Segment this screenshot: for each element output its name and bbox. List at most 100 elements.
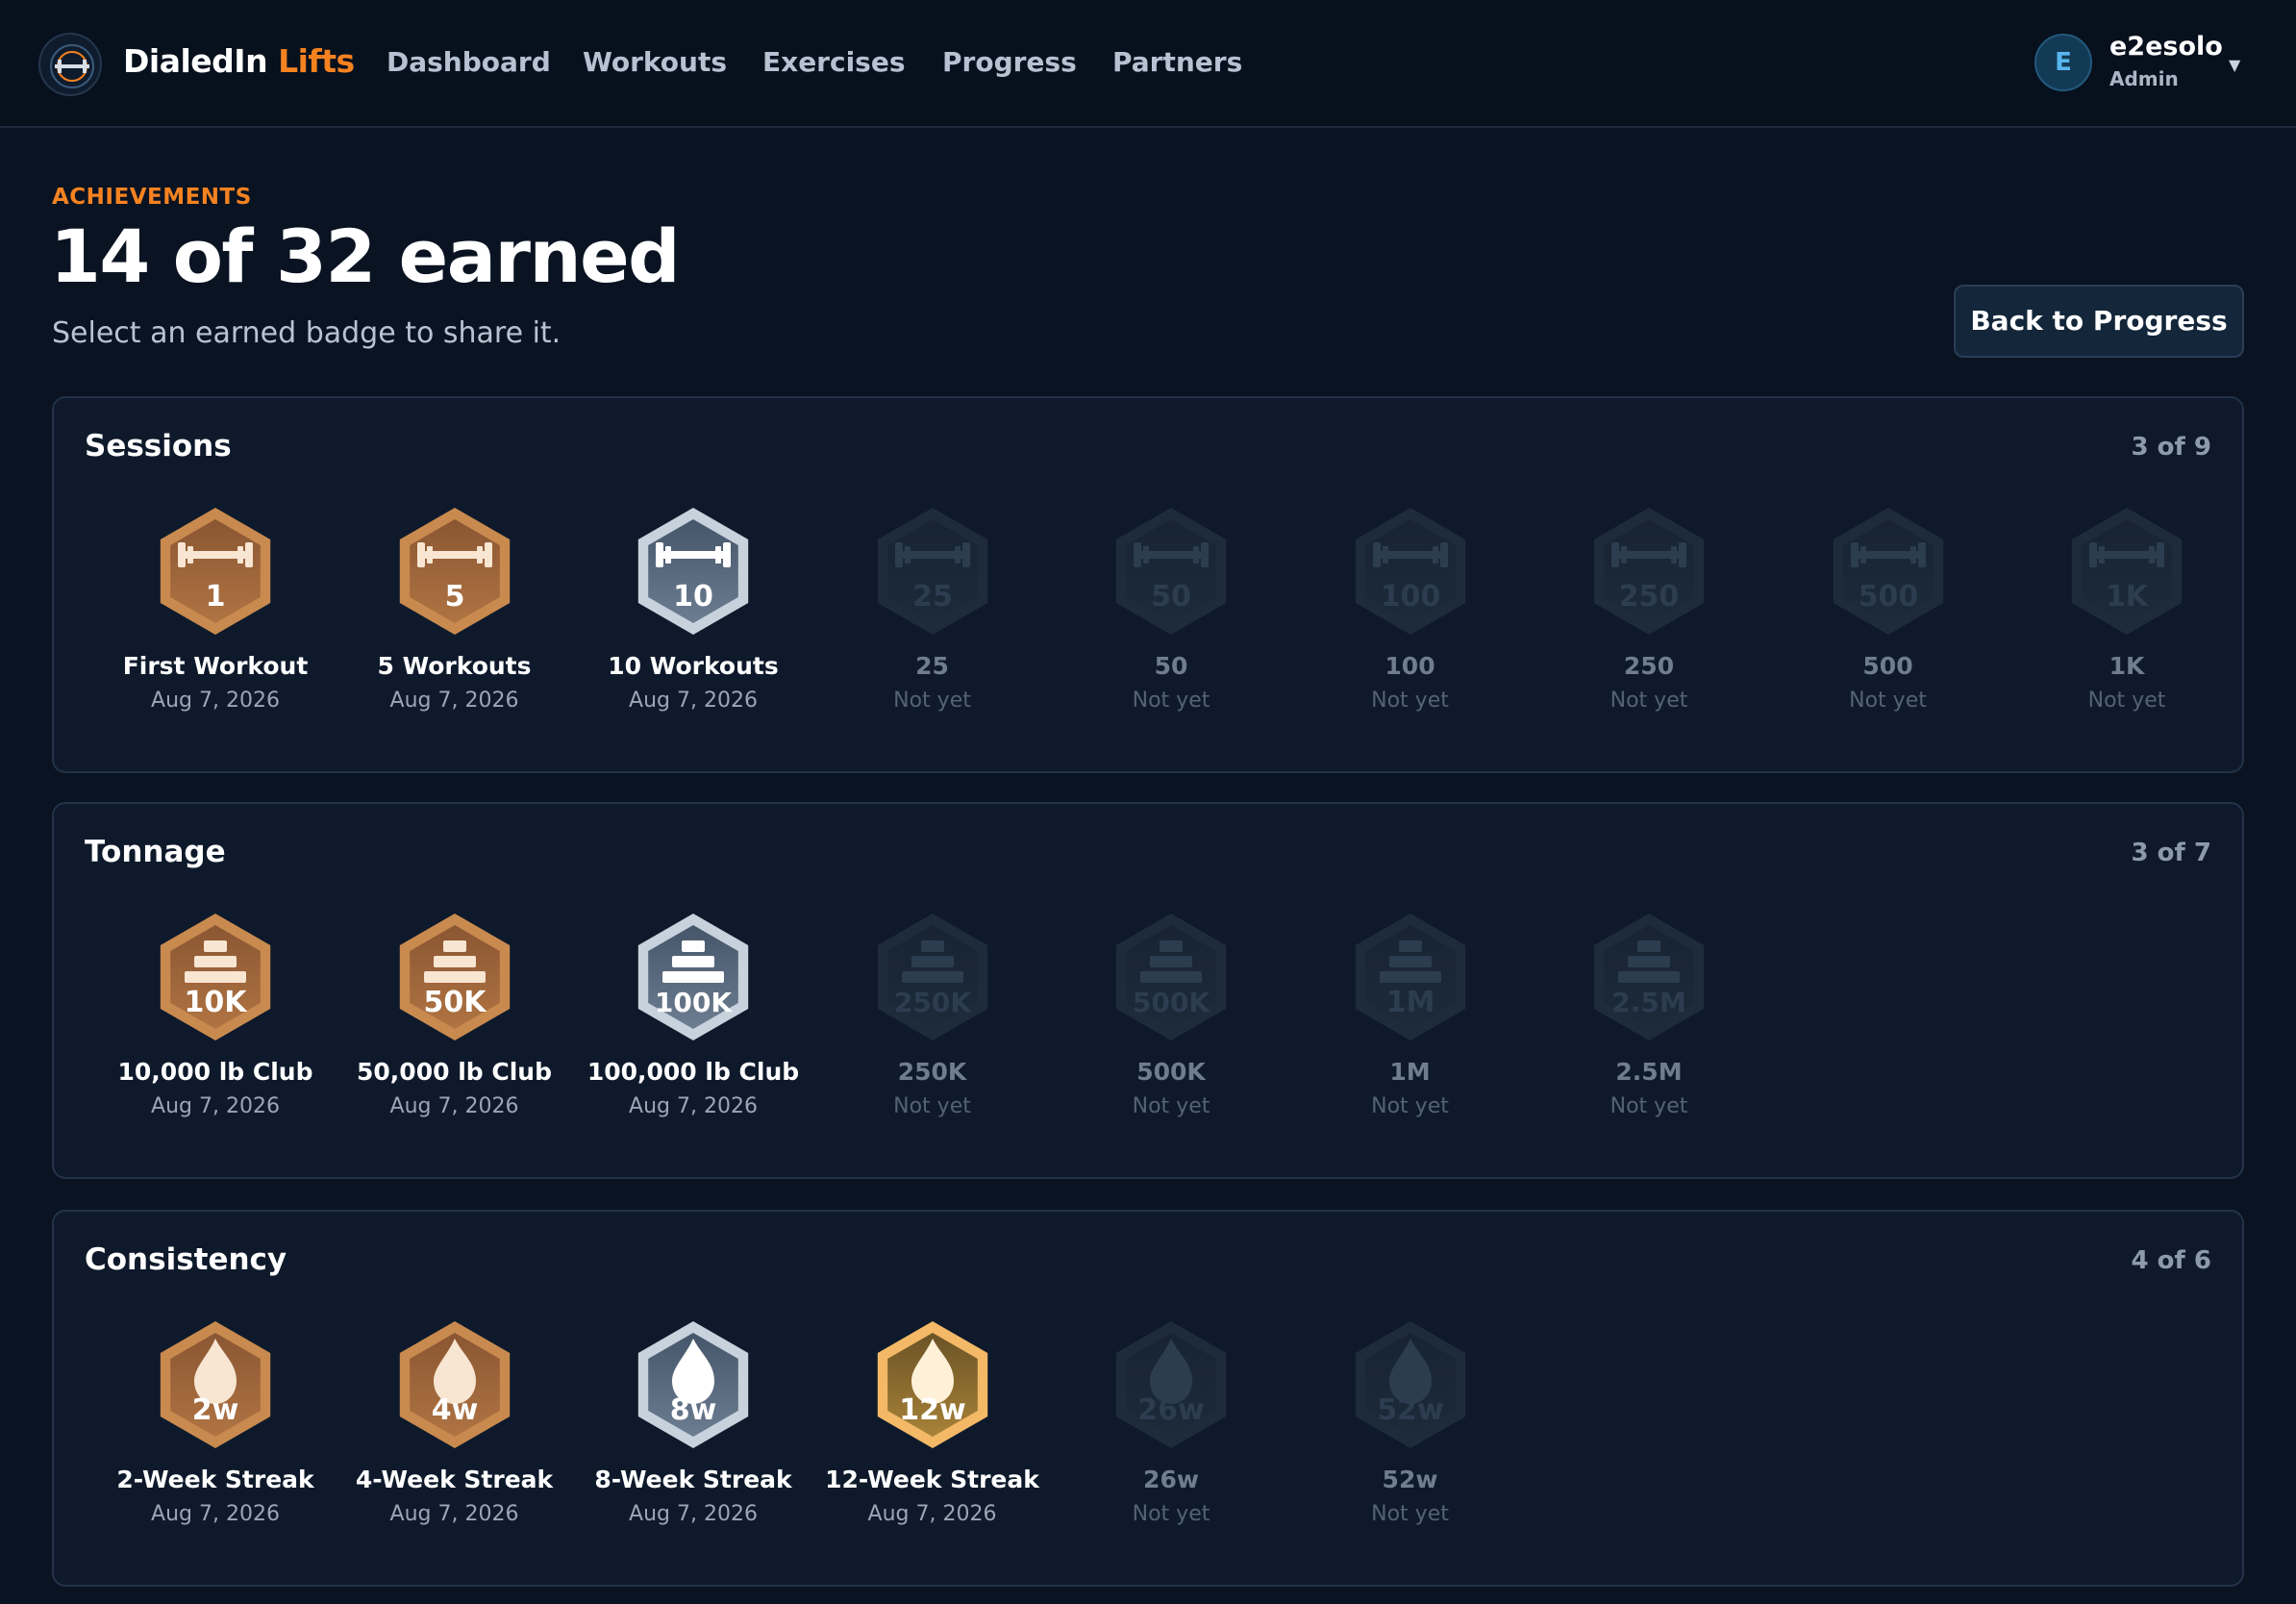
badge-locked: 500 500 Not yet bbox=[1778, 508, 1999, 739]
hexagon-badge-icon: 100 bbox=[1355, 508, 1465, 635]
chevron-down-icon[interactable]: ▼ bbox=[2229, 56, 2240, 74]
hexagon-badge-icon: 500K bbox=[1115, 914, 1227, 1040]
badge-name: 50,000 lb Club bbox=[357, 1058, 552, 1086]
section-count: 4 of 6 bbox=[2131, 1246, 2211, 1275]
badge-name: 1K bbox=[2109, 652, 2145, 680]
badge-date: Not yet bbox=[1610, 689, 1688, 713]
badge-level-label: 8w bbox=[670, 1393, 717, 1427]
badge-silver[interactable]: 100K 100,000 lb Club Aug 7, 2026 bbox=[583, 914, 804, 1144]
avatar[interactable]: E bbox=[2034, 34, 2092, 91]
hexagon-badge-icon: 1M bbox=[1355, 914, 1465, 1040]
badge-name: 250 bbox=[1623, 652, 1675, 680]
user-name[interactable]: e2esolo bbox=[2109, 32, 2223, 62]
badge-locked: 25 25 Not yet bbox=[822, 508, 1043, 739]
badge-level-label: 10K bbox=[185, 986, 249, 1019]
badge-date: Not yet bbox=[1610, 1094, 1688, 1118]
page-subtitle: Select an earned badge to share it. bbox=[52, 316, 562, 350]
badge-level-label: 2.5M bbox=[1611, 987, 1685, 1018]
badge-level-label: 2w bbox=[192, 1393, 239, 1427]
hexagon-badge-icon: 52w bbox=[1355, 1321, 1465, 1448]
badge-bronze[interactable]: 4w 4-Week Streak Aug 7, 2026 bbox=[344, 1321, 565, 1552]
badge-locked: 2.5M 2.5M Not yet bbox=[1538, 914, 1759, 1144]
badge-level-label: 50 bbox=[1151, 580, 1191, 614]
badge-bronze[interactable]: 50K 50,000 lb Club Aug 7, 2026 bbox=[344, 914, 565, 1144]
badge-level-label: 1M bbox=[1385, 986, 1435, 1019]
badge-locked: 250 250 Not yet bbox=[1538, 508, 1759, 739]
hexagon-badge-icon: 250K bbox=[877, 914, 987, 1040]
badge-level-label: 1K bbox=[2106, 580, 2150, 614]
section-count: 3 of 7 bbox=[2131, 839, 2211, 867]
hexagon-badge-icon: 50K bbox=[399, 914, 510, 1040]
badge-date: Not yet bbox=[1849, 689, 1927, 713]
brand-part-2: Lifts bbox=[278, 42, 355, 80]
badge-locked: 1M 1M Not yet bbox=[1300, 914, 1521, 1144]
badge-level-label: 1 bbox=[206, 580, 226, 614]
hexagon-badge-icon: 4w bbox=[399, 1321, 510, 1448]
badge-date: Not yet bbox=[1132, 689, 1210, 713]
badge-silver[interactable]: 10 10 Workouts Aug 7, 2026 bbox=[583, 508, 804, 739]
hexagon-badge-icon: 1K bbox=[2071, 508, 2183, 635]
hexagon-badge-icon: 2w bbox=[160, 1321, 271, 1448]
badge-name: 2-Week Streak bbox=[116, 1466, 314, 1493]
badge-locked: 26w 26w Not yet bbox=[1061, 1321, 1282, 1552]
badge-name: 500K bbox=[1136, 1058, 1206, 1086]
nav-exercises[interactable]: Exercises bbox=[762, 46, 906, 78]
hexagon-badge-icon: 250 bbox=[1593, 508, 1705, 635]
badge-name: 12-Week Streak bbox=[825, 1466, 1039, 1493]
badge-locked: 250K 250K Not yet bbox=[822, 914, 1043, 1144]
badge-date: Aug 7, 2026 bbox=[867, 1502, 997, 1526]
badge-bronze[interactable]: 1 First Workout Aug 7, 2026 bbox=[105, 508, 326, 739]
badge-level-label: 250 bbox=[1619, 580, 1680, 614]
badge-date: Aug 7, 2026 bbox=[389, 689, 519, 713]
badge-bronze[interactable]: 2w 2-Week Streak Aug 7, 2026 bbox=[105, 1321, 326, 1552]
badge-level-label: 4w bbox=[431, 1393, 478, 1427]
badge-level-label: 250K bbox=[893, 987, 971, 1018]
brand-name[interactable]: DialedIn Lifts bbox=[123, 42, 355, 80]
badge-level-label: 10 bbox=[673, 580, 713, 614]
badge-bronze[interactable]: 10K 10,000 lb Club Aug 7, 2026 bbox=[105, 914, 326, 1144]
hexagon-badge-icon: 10 bbox=[637, 508, 749, 635]
nav-workouts[interactable]: Workouts bbox=[583, 46, 727, 78]
hexagon-badge-icon: 50 bbox=[1115, 508, 1227, 635]
page-eyebrow: ACHIEVEMENTS bbox=[52, 185, 252, 210]
badge-date: Not yet bbox=[893, 689, 971, 713]
section-tonnage: Tonnage 3 of 7 10K 10,000 lb Club Aug 7, 2… bbox=[52, 802, 2244, 1179]
badge-bronze[interactable]: 5 5 Workouts Aug 7, 2026 bbox=[344, 508, 565, 739]
hexagon-badge-icon: 1 bbox=[160, 508, 271, 635]
badge-locked: 52w 52w Not yet bbox=[1300, 1321, 1521, 1552]
badge-name: First Workout bbox=[122, 652, 309, 680]
hexagon-badge-icon: 12w bbox=[877, 1321, 987, 1448]
hexagon-badge-icon: 10K bbox=[160, 914, 271, 1040]
top-nav: DialedIn Lifts Dashboard Workouts Exerci… bbox=[0, 0, 2296, 128]
badge-level-label: 500 bbox=[1858, 580, 1918, 614]
nav-partners[interactable]: Partners bbox=[1112, 46, 1242, 78]
badge-silver[interactable]: 8w 8-Week Streak Aug 7, 2026 bbox=[583, 1321, 804, 1552]
badge-date: Aug 7, 2026 bbox=[629, 1094, 758, 1118]
badge-date: Aug 7, 2026 bbox=[389, 1094, 519, 1118]
badge-date: Not yet bbox=[1132, 1502, 1210, 1526]
section-consistency: Consistency 4 of 6 2w 2-Week Streak Aug 7,… bbox=[52, 1210, 2244, 1587]
nav-dashboard[interactable]: Dashboard bbox=[387, 46, 551, 78]
section-title: Sessions bbox=[85, 429, 232, 464]
section-title: Consistency bbox=[85, 1242, 287, 1277]
badge-name: 26w bbox=[1143, 1466, 1199, 1493]
badge-date: Aug 7, 2026 bbox=[151, 1502, 280, 1526]
badge-locked: 500K 500K Not yet bbox=[1061, 914, 1282, 1144]
badge-date: Not yet bbox=[1132, 1094, 1210, 1118]
badge-date: Not yet bbox=[1371, 689, 1449, 713]
badge-level-label: 100K bbox=[655, 987, 733, 1018]
nav-progress[interactable]: Progress bbox=[942, 46, 1077, 78]
badge-level-label: 52w bbox=[1377, 1393, 1443, 1427]
badge-name: 100,000 lb Club bbox=[586, 1058, 800, 1086]
badge-name: 10 Workouts bbox=[608, 652, 779, 680]
brand-part-1: DialedIn bbox=[123, 42, 268, 80]
badge-gold[interactable]: 12w 12-Week Streak Aug 7, 2026 bbox=[822, 1321, 1043, 1552]
badge-locked: 50 50 Not yet bbox=[1061, 508, 1282, 739]
logo-icon[interactable] bbox=[38, 33, 102, 96]
badge-level-label: 500K bbox=[1133, 987, 1210, 1018]
hexagon-badge-icon: 8w bbox=[637, 1321, 749, 1448]
badge-date: Aug 7, 2026 bbox=[389, 1502, 519, 1526]
back-to-progress-button[interactable]: Back to Progress bbox=[1954, 285, 2244, 358]
badge-level-label: 5 bbox=[444, 580, 464, 614]
hexagon-badge-icon: 100K bbox=[637, 914, 749, 1040]
